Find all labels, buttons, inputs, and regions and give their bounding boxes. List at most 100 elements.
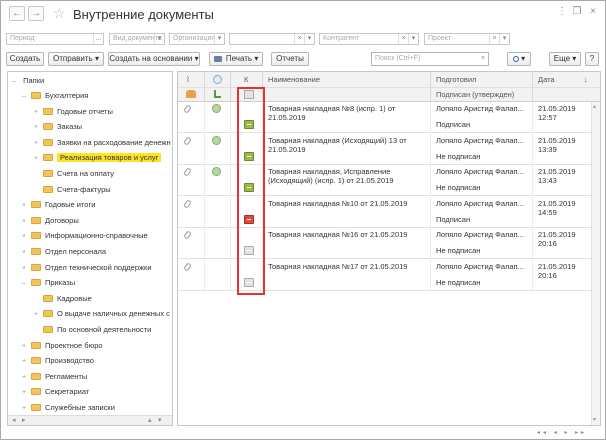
expand-icon[interactable]: – — [22, 91, 31, 103]
period-picker-icon[interactable]: ... — [93, 34, 103, 44]
search-input[interactable]: Поиск (Ctrl+F) × — [371, 52, 489, 66]
tree-folder[interactable]: – Приказы — [22, 277, 75, 289]
prepared-column-header[interactable]: Подготовил — [436, 75, 476, 85]
folder-icon — [43, 310, 53, 318]
k-column-header[interactable]: К — [244, 75, 248, 85]
close-icon[interactable]: × — [586, 5, 600, 19]
name-column-header[interactable]: Наименование — [268, 75, 320, 85]
expand-icon[interactable]: + — [22, 372, 31, 384]
expand-icon[interactable]: + — [34, 122, 43, 134]
tree-folder[interactable]: + Отдел технической поддержки — [22, 262, 152, 274]
tree-folder-label: Счета-фактуры — [57, 184, 111, 194]
project-filter[interactable]: Проект × ▾ — [424, 33, 510, 45]
tree-folder[interactable]: + О выдаче наличных денежных с — [34, 308, 170, 320]
reports-button[interactable]: Отчеты — [271, 52, 309, 66]
expand-icon[interactable]: + — [22, 200, 31, 212]
blank-filter-clear-icon[interactable]: × — [294, 34, 304, 44]
tree-folder[interactable]: Кадровые — [34, 293, 92, 305]
status-header-icon[interactable] — [213, 75, 222, 84]
project-clear-icon[interactable]: × — [489, 34, 499, 44]
tree-folder[interactable]: + Секретариат — [22, 386, 89, 398]
tree-scrollbar[interactable]: ◂ ▸ ▴ ▾ — [8, 415, 172, 425]
search-clear-icon[interactable]: × — [481, 53, 485, 65]
expand-icon[interactable]: – — [22, 278, 31, 290]
expand-icon[interactable]: + — [22, 247, 31, 259]
search-button[interactable]: ▾ — [507, 52, 531, 66]
more-menu-icon[interactable]: ⋮ — [555, 5, 569, 19]
scroll-up-icon[interactable]: ▴ — [148, 416, 152, 425]
table-last-icon[interactable]: ▸▸ — [575, 430, 587, 436]
organization-filter[interactable]: Организация ▾ — [169, 33, 225, 45]
tree-folder[interactable]: + Заявки на расходование денежн — [34, 137, 171, 149]
tree-folder[interactable]: + Служебные записки — [22, 402, 115, 414]
tree-folder[interactable]: + Проектное бюро — [22, 340, 103, 352]
expand-icon[interactable]: + — [34, 138, 43, 150]
expand-icon[interactable]: + — [34, 153, 43, 165]
date-column-header[interactable]: Дата — [538, 75, 555, 85]
sort-icon[interactable]: ↓ — [584, 75, 588, 85]
help-button[interactable]: ? — [585, 52, 599, 66]
table-first-icon[interactable]: ◂◂ — [537, 430, 549, 436]
counterparty-clear-icon[interactable]: × — [398, 34, 408, 44]
tree-root[interactable]: – Папки — [12, 75, 44, 87]
table-next-icon[interactable]: ▸ — [564, 430, 570, 436]
expand-icon[interactable]: + — [22, 216, 31, 228]
tree-folder[interactable]: + Годовые отчеты — [34, 106, 113, 118]
period-filter[interactable]: Период ... — [6, 33, 104, 45]
tree-folder[interactable]: + Реализация товаров и услуг — [34, 152, 162, 165]
expand-icon[interactable]: + — [22, 231, 31, 243]
signed-approved-header[interactable]: Подписан (утвержден) — [436, 90, 514, 100]
tree-folder[interactable]: + Регламенты — [22, 371, 87, 383]
attachment-icon[interactable] — [183, 230, 192, 240]
restore-icon[interactable]: ❐ — [570, 5, 584, 19]
expand-icon[interactable]: + — [22, 356, 31, 368]
tree-root-collapse-icon[interactable]: – — [12, 76, 21, 88]
table-scroll-down-icon[interactable]: ▾ — [593, 416, 596, 423]
create-button[interactable]: Создать — [6, 52, 44, 66]
scroll-down-icon[interactable]: ▾ — [158, 416, 162, 425]
expand-icon[interactable]: + — [34, 309, 43, 321]
doc-type-dropdown-icon[interactable]: ▾ — [154, 34, 164, 44]
expand-icon[interactable]: + — [22, 387, 31, 399]
title-bar: ← → ☆ Внутренние документы ⋮ ❐ × — [1, 1, 605, 27]
more-button[interactable]: Еще ▾ — [549, 52, 581, 66]
attachment-icon[interactable] — [183, 167, 192, 177]
doc-type-filter[interactable]: Вид документа ▾ — [109, 33, 165, 45]
project-dropdown-icon[interactable]: ▾ — [499, 34, 509, 44]
back-button[interactable]: ← — [9, 6, 25, 21]
organization-dropdown-icon[interactable]: ▾ — [214, 34, 224, 44]
tree-folder[interactable]: + Договоры — [22, 215, 79, 227]
expand-icon[interactable]: + — [22, 263, 31, 275]
favorite-star-icon[interactable]: ☆ — [53, 5, 66, 21]
expand-icon[interactable]: + — [22, 403, 31, 415]
forward-button[interactable]: → — [28, 6, 44, 21]
scroll-left-icon[interactable]: ◂ — [12, 416, 16, 425]
send-button[interactable]: Отправить ▾ — [48, 52, 104, 66]
tree-folder[interactable]: По основной деятельности — [34, 324, 151, 336]
attachment-icon[interactable] — [183, 261, 192, 272]
scroll-right-icon[interactable]: ▸ — [22, 416, 26, 425]
table-prev-icon[interactable]: ◂ — [554, 430, 560, 436]
expand-icon[interactable]: + — [34, 107, 43, 119]
tree-folder[interactable]: Счета на оплату — [34, 168, 114, 180]
tree-folder[interactable]: + Заказы — [34, 121, 82, 133]
tree-folder[interactable]: Счета-фактуры — [34, 184, 111, 196]
counterparty-filter[interactable]: Контрагент × ▾ — [319, 33, 419, 45]
expand-icon[interactable]: + — [22, 341, 31, 353]
tree-folder[interactable]: – Бухгалтерия — [22, 90, 88, 102]
blank-filter-dropdown-icon[interactable]: ▾ — [304, 34, 314, 44]
print-button[interactable]: Печать ▾ — [209, 52, 263, 66]
attachment-icon[interactable] — [183, 104, 192, 114]
tree-folder[interactable]: + Отдел персонала — [22, 246, 106, 258]
tree-folder[interactable]: + Производство — [22, 355, 94, 367]
create-based-on-button[interactable]: Создать на основании ▾ — [108, 52, 200, 66]
tree-folder[interactable]: + Годовые итоги — [22, 199, 95, 211]
counterparty-dropdown-icon[interactable]: ▾ — [408, 34, 418, 44]
table-scrollbar[interactable]: ▴ ▾ — [591, 102, 600, 425]
attachment-icon[interactable] — [183, 135, 192, 146]
table-scroll-up-icon[interactable]: ▴ — [593, 103, 596, 110]
tree-folder[interactable]: + Информационно-справочные — [22, 230, 148, 242]
attachment-header-icon[interactable]: ⌇ — [186, 75, 190, 84]
attachment-icon[interactable] — [183, 198, 192, 209]
blank-filter[interactable]: × ▾ — [229, 33, 315, 45]
